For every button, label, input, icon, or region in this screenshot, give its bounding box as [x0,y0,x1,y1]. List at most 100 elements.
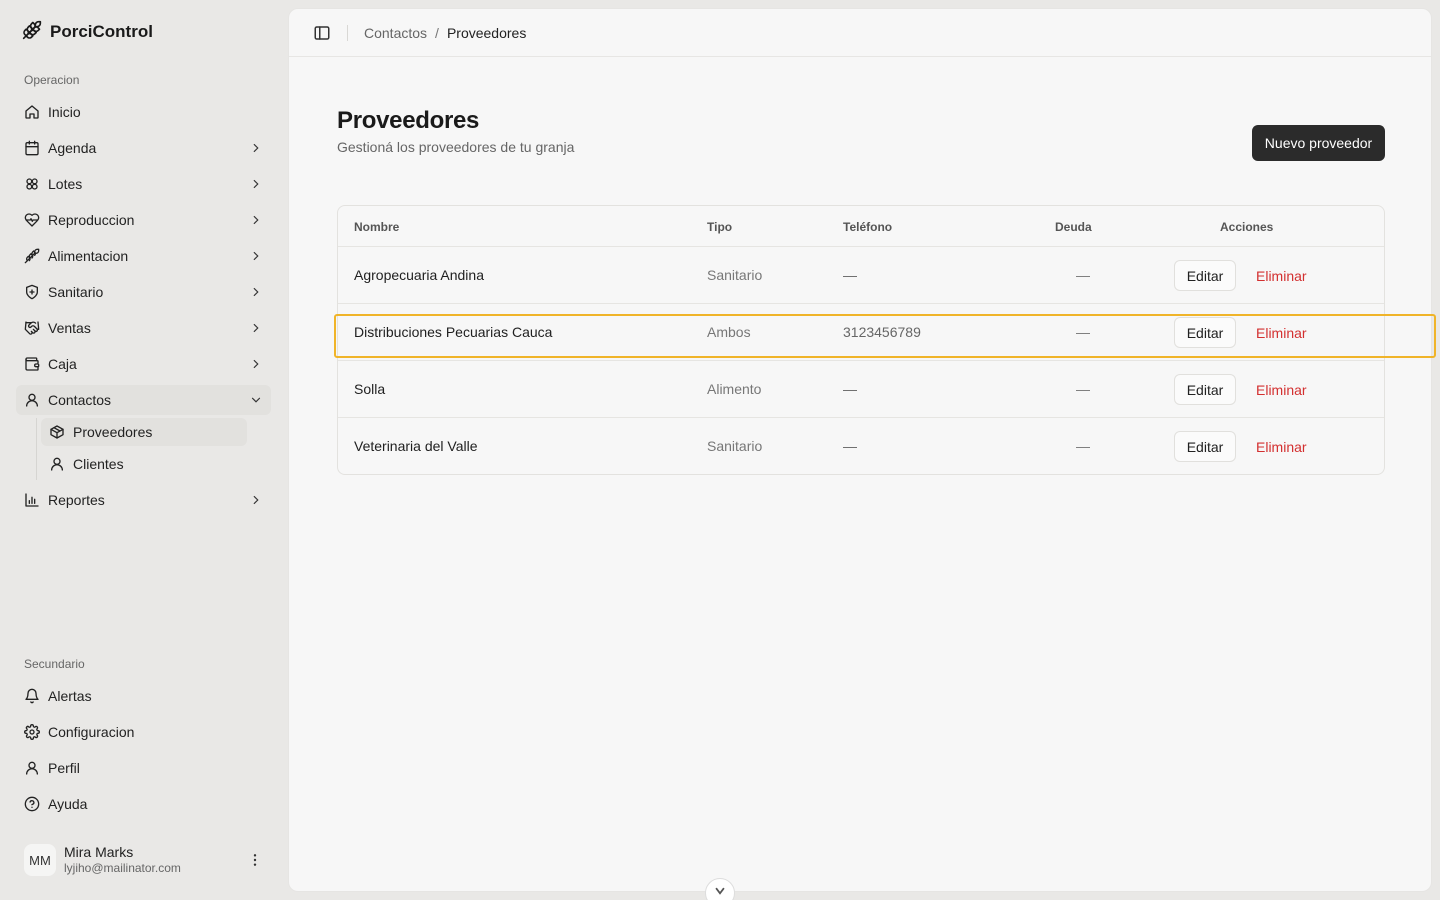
lotes-icon [24,176,40,192]
suppliers-table: Nombre Tipo Teléfono Deuda Acciones Agro… [337,205,1385,475]
new-supplier-button[interactable]: Nuevo proveedor [1252,125,1385,161]
group-label-operacion: Operacion [24,73,80,87]
heart-pulse-icon [24,212,40,228]
chevron-right-icon [249,177,263,191]
logo-icon [22,20,42,45]
chevron-right-icon [249,249,263,263]
delete-button[interactable]: Eliminar [1248,317,1315,348]
sidebar-item-agenda[interactable]: Agenda [16,133,271,163]
breadcrumb-separator: / [435,24,439,41]
sidebar-item-label: Reportes [48,492,105,508]
sidebar-item-caja[interactable]: Caja [16,349,271,379]
sidebar-item-label: Ayuda [48,796,88,812]
sidebar-item-label: Inicio [48,104,81,120]
wheat-icon [24,248,40,264]
divider [347,24,348,41]
bell-icon [24,688,40,704]
group-label-secundario: Secundario [24,657,85,671]
sidebar-item-sanitario[interactable]: Sanitario [16,277,271,307]
sidebar-item-label: Sanitario [48,284,104,300]
user-icon [49,456,65,472]
chevron-right-icon [249,141,263,155]
cell-telefono: — [843,381,857,397]
sidebar-item-contactos[interactable]: Contactos [16,385,271,415]
cell-deuda: — [1076,381,1090,397]
edit-button[interactable]: Editar [1174,431,1236,462]
brand[interactable]: PorciControl [22,20,153,44]
sidebar-item-label: Alimentacion [48,248,129,264]
sidebar-subitem-proveedores[interactable]: Proveedores [41,418,247,446]
more-vertical-icon[interactable] [247,852,263,868]
cell-telefono: 3123456789 [843,324,921,340]
delete-button[interactable]: Eliminar [1248,260,1315,291]
page-subtitle: Gestioná los proveedores de tu granja [337,139,575,155]
sidebar-item-reportes[interactable]: Reportes [16,485,271,515]
sidebar-item-label: Perfil [48,760,80,776]
sidebar-item-configuracion[interactable]: Configuracion [16,717,271,747]
col-nombre: Nombre [354,220,400,234]
scroll-down-indicator[interactable] [705,878,735,900]
col-acciones: Acciones [1220,220,1274,234]
sidebar-item-alertas[interactable]: Alertas [16,681,271,711]
user-email: lyjiho@mailinator.com [64,861,181,876]
sidebar-item-ayuda[interactable]: Ayuda [16,789,271,819]
sidebar-item-alimentacion[interactable]: Alimentacion [16,241,271,271]
sidebar-item-label: Alertas [48,688,92,704]
sidebar-item-label: Contactos [48,392,112,408]
calendar-icon [24,140,40,156]
edit-button[interactable]: Editar [1174,374,1236,405]
gear-icon [24,724,40,740]
chevron-right-icon [249,321,263,335]
sidebar-item-lotes[interactable]: Lotes [16,169,271,199]
edit-button[interactable]: Editar [1174,260,1236,291]
chevron-right-icon [249,357,263,371]
sidebar-item-label: Ventas [48,320,91,336]
sidebar-item-label: Configuracion [48,724,135,740]
cell-nombre: Veterinaria del Valle [354,438,478,454]
breadcrumb: Contactos / Proveedores [364,25,526,41]
handshake-icon [24,320,40,336]
breadcrumb-contactos[interactable]: Contactos [364,25,427,41]
sidebar-item-label: Caja [48,356,77,372]
shield-plus-icon [24,284,40,300]
cell-telefono: — [843,267,857,283]
sidebar-subitem-clientes[interactable]: Clientes [41,450,247,478]
sidebar-item-ventas[interactable]: Ventas [16,313,271,343]
cell-nombre: Agropecuaria Andina [354,267,484,283]
user-icon [24,392,40,408]
sidebar-item-label: Lotes [48,176,83,192]
cell-deuda: — [1076,267,1090,283]
chevron-right-icon [249,493,263,507]
chevron-right-icon [249,285,263,299]
wallet-icon [24,356,40,372]
delete-button[interactable]: Eliminar [1248,374,1315,405]
cell-tipo: Ambos [707,324,751,340]
sidebar-toggle-icon[interactable] [313,24,331,42]
user-menu[interactable]: MM Mira Marks lyjiho@mailinator.com [16,836,271,884]
delete-button[interactable]: Eliminar [1248,431,1315,462]
sidebar-item-reproduccion[interactable]: Reproduccion [16,205,271,235]
sidebar-item-inicio[interactable]: Inicio [16,97,271,127]
user-icon [24,760,40,776]
table-row: Agropecuaria Andina Sanitario — — Editar… [338,247,1384,304]
cell-tipo: Sanitario [707,438,763,454]
chevron-down-icon [713,884,727,898]
sidebar: PorciControl Operacion Inicio Agenda Lot… [0,0,288,900]
col-deuda: Deuda [1055,220,1092,234]
cell-telefono: — [843,438,857,454]
table-row: Solla Alimento — — Editar Eliminar [338,361,1384,418]
package-icon [49,424,65,440]
sidebar-item-label: Agenda [48,140,97,156]
avatar: MM [24,844,56,876]
edit-button[interactable]: Editar [1174,317,1236,348]
cell-tipo: Sanitario [707,267,763,283]
sidebar-subitem-label: Clientes [73,456,124,472]
table-row: Veterinaria del Valle Sanitario — — Edit… [338,418,1384,475]
help-circle-icon [24,796,40,812]
sidebar-item-perfil[interactable]: Perfil [16,753,271,783]
cell-tipo: Alimento [707,381,762,397]
sidebar-item-label: Reproduccion [48,212,135,228]
chevron-right-icon [249,213,263,227]
table-header: Nombre Tipo Teléfono Deuda Acciones [338,206,1384,247]
submenu-divider [36,418,37,480]
